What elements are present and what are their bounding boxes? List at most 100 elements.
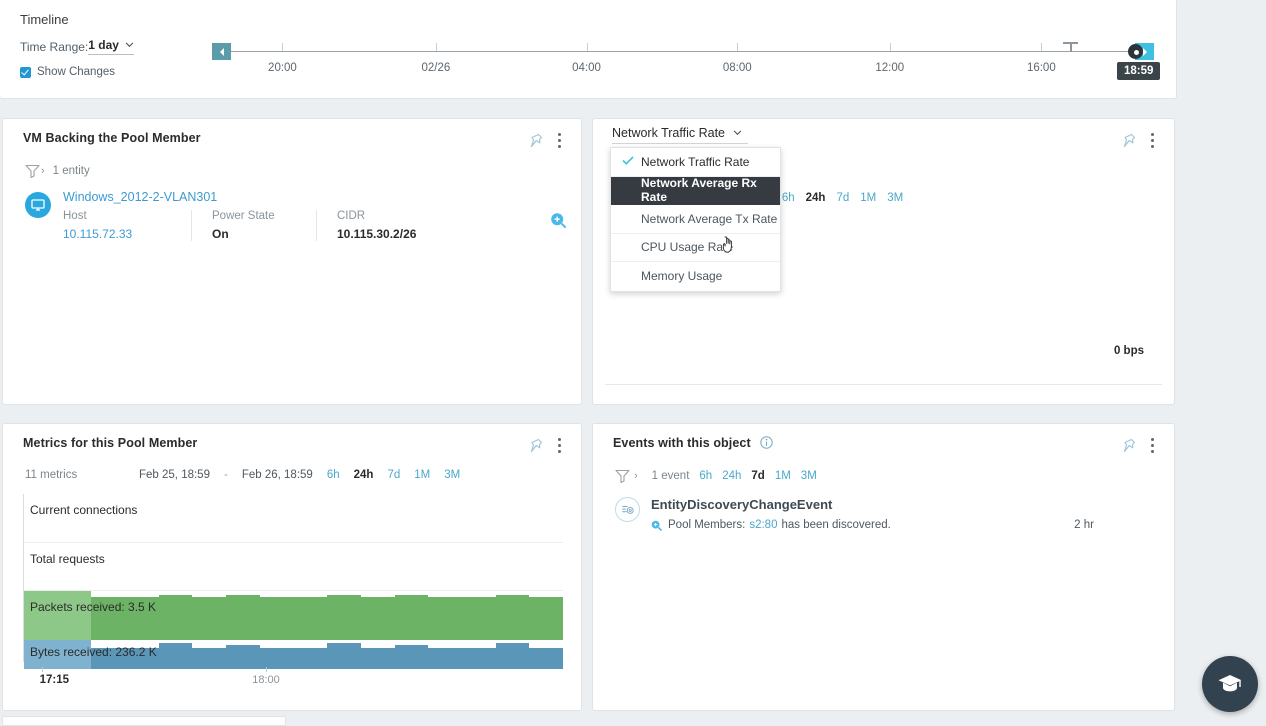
- time-range-row: Time Range: 1 day: [20, 38, 134, 55]
- filter-icon[interactable]: [25, 164, 40, 178]
- event-timestamp: 2 hr: [1074, 519, 1094, 531]
- overflow-menu-icon[interactable]: [553, 131, 565, 150]
- events-range-24h[interactable]: 24h: [722, 470, 741, 482]
- overflow-menu-icon[interactable]: [553, 436, 565, 455]
- chart-bar: [360, 648, 395, 669]
- metrics-range-1m[interactable]: 1M: [414, 469, 430, 481]
- timeline-change-marker[interactable]: [1063, 42, 1078, 52]
- events-range-6h[interactable]: 6h: [699, 470, 712, 482]
- metric-lane-bytes-received[interactable]: Bytes received: 236.2 K: [24, 640, 563, 669]
- dropdown-item-network-average-tx-rate[interactable]: Network Average Tx Rate: [611, 205, 780, 234]
- help-learning-button[interactable]: [1202, 656, 1258, 712]
- metrics-range-3m[interactable]: 3M: [444, 469, 460, 481]
- chart-bar: [428, 648, 462, 669]
- metrics-range-7d[interactable]: 7d: [387, 469, 400, 481]
- chart-bar: [495, 643, 530, 669]
- vm-field-value: 10.115.30.2/26: [337, 227, 417, 241]
- event-title[interactable]: EntityDiscoveryChangeEvent: [651, 497, 1174, 512]
- event-list-item[interactable]: EntityDiscoveryChangeEvent Pool Members:…: [593, 483, 1174, 531]
- timeline-track[interactable]: 20:00 02/26 04:00 08:00 12:00 16:00: [222, 43, 1152, 74]
- event-description-link[interactable]: s2:80: [749, 519, 777, 531]
- chart-bar: [192, 596, 227, 640]
- filter-expand-icon[interactable]: ›: [634, 470, 638, 482]
- filter-expand-icon[interactable]: ›: [41, 165, 45, 177]
- right-gutter: [1177, 0, 1266, 722]
- timeline-current-time: 18:59: [1117, 62, 1161, 80]
- events-range-7d[interactable]: 7d: [751, 470, 764, 482]
- dropdown-item-label: Network Average Tx Rate: [641, 211, 778, 226]
- graduation-cap-icon: [1218, 675, 1242, 692]
- chart-bar: [192, 648, 227, 669]
- dropdown-item-memory-usage[interactable]: Memory Usage: [611, 262, 780, 291]
- info-icon[interactable]: [760, 436, 774, 449]
- vm-entity-row: Windows_2012-2-VLAN301 Host 10.115.72.33…: [3, 178, 581, 241]
- pin-icon[interactable]: [529, 438, 543, 454]
- metrics-chart[interactable]: Current connections Total requests Packe…: [23, 494, 563, 669]
- metric-selector-dropdown[interactable]: Network Traffic Rate Network Average Rx …: [610, 147, 781, 292]
- dropdown-item-network-average-rx-rate[interactable]: Network Average Rx Rate: [611, 176, 780, 205]
- timeline-tick: [737, 43, 739, 51]
- vm-field-label: CIDR: [337, 210, 366, 222]
- metrics-panel-header-actions: [529, 436, 569, 455]
- chart-bar: [495, 594, 530, 640]
- chart-bar: [428, 596, 462, 640]
- pin-icon[interactable]: [1122, 438, 1136, 454]
- metric-lane-total-requests[interactable]: Total requests: [24, 543, 563, 591]
- pin-icon[interactable]: [1122, 133, 1136, 149]
- metric-selector[interactable]: Network Traffic Rate: [612, 126, 749, 144]
- overflow-menu-icon[interactable]: [1146, 436, 1158, 455]
- overflow-menu-icon[interactable]: [1146, 131, 1158, 150]
- timeline-controls: Time Range: 1 day Show Changes: [20, 38, 134, 78]
- chart-bar: [226, 594, 260, 640]
- dropdown-item-network-traffic-rate[interactable]: Network Traffic Rate: [611, 148, 780, 177]
- zoom-in-icon[interactable]: [550, 212, 567, 229]
- dropdown-item-cpu-usage-rate[interactable]: CPU Usage Rate: [611, 234, 780, 262]
- timeline-tick-label: 02/26: [421, 62, 451, 74]
- show-changes-label: Show Changes: [37, 66, 115, 78]
- zoom-in-icon[interactable]: [651, 520, 662, 531]
- timeline-playhead[interactable]: [1128, 44, 1143, 59]
- network-range-24h[interactable]: 24h: [806, 192, 826, 204]
- metrics-panel: Metrics for this Pool Member 11 metrics …: [2, 423, 582, 711]
- timeline-handle-left[interactable]: [212, 43, 231, 60]
- filter-icon[interactable]: [615, 469, 630, 483]
- show-changes-checkbox[interactable]: [20, 66, 31, 78]
- metric-lane-packets-received[interactable]: Packets received: 3.5 K: [24, 591, 563, 640]
- event-description-suffix: has been discovered.: [781, 519, 891, 531]
- axis-tick-label: 17:15: [39, 674, 70, 686]
- network-range-3m[interactable]: 3M: [887, 192, 903, 204]
- pin-icon[interactable]: [529, 133, 543, 149]
- vm-panel-title: VM Backing the Pool Member: [23, 131, 201, 145]
- chart-bar: [394, 594, 429, 640]
- vm-field-host: Host 10.115.72.33: [63, 210, 191, 241]
- vm-entity-count: 1 entity: [52, 165, 90, 177]
- event-description-row: Pool Members: s2:80 has been discovered.…: [651, 519, 1174, 531]
- vm-backing-pool-member-panel: VM Backing the Pool Member › 1 entity Wi…: [2, 118, 582, 405]
- metrics-range-24h[interactable]: 24h: [354, 469, 374, 481]
- vm-field-value[interactable]: 10.115.72.33: [63, 227, 171, 241]
- metric-lane-label: Current connections: [30, 503, 138, 517]
- network-range-1m[interactable]: 1M: [860, 192, 876, 204]
- check-icon: [622, 156, 634, 165]
- chart-bar: [529, 596, 563, 640]
- chart-bar: [394, 644, 429, 669]
- show-changes-row[interactable]: Show Changes: [20, 66, 134, 78]
- time-range-dropdown[interactable]: 1 day: [88, 38, 134, 55]
- timeline-tick-label: 20:00: [268, 62, 297, 74]
- metrics-range-6h[interactable]: 6h: [327, 469, 340, 481]
- events-range-3m[interactable]: 3M: [801, 470, 817, 482]
- events-range-1m[interactable]: 1M: [775, 470, 791, 482]
- events-panel-title: Events with this object: [613, 436, 774, 450]
- metrics-date-separator: -: [223, 469, 228, 481]
- chart-bar: [360, 596, 395, 640]
- time-range-label: Time Range:: [20, 39, 89, 54]
- axis-tick: [41, 667, 43, 672]
- network-range-6h[interactable]: 6h: [782, 192, 795, 204]
- timeline-tick-label: 04:00: [572, 62, 601, 74]
- vm-entity-name-link[interactable]: Windows_2012-2-VLAN301: [63, 190, 550, 204]
- event-description-prefix: Pool Members:: [668, 519, 746, 531]
- network-current-value: 0 bps: [1113, 345, 1144, 357]
- vm-filter-row[interactable]: › 1 entity: [3, 150, 581, 178]
- metric-lane-current-connections[interactable]: Current connections: [24, 494, 563, 543]
- network-range-7d[interactable]: 7d: [836, 192, 849, 204]
